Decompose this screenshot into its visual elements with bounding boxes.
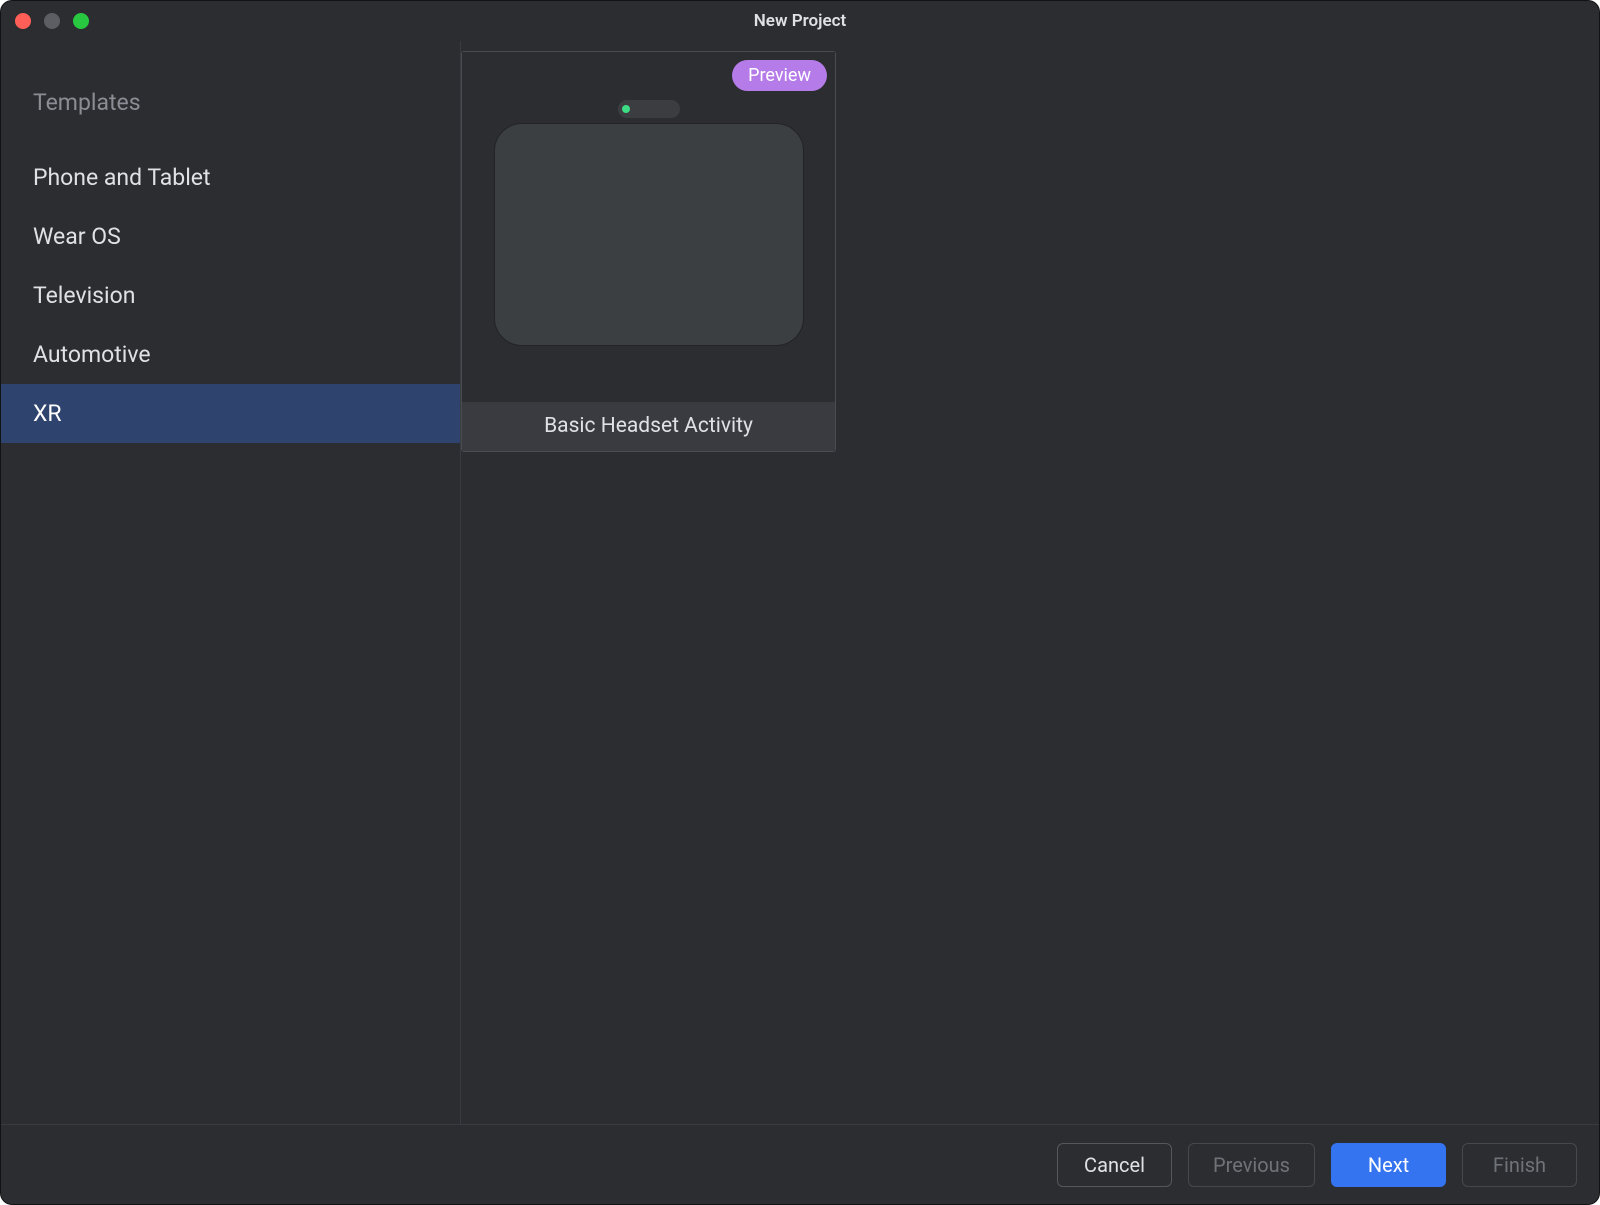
sidebar: Templates Phone and Tablet Wear OS Telev… bbox=[1, 41, 461, 1124]
new-project-window: New Project Templates Phone and Tablet W… bbox=[0, 0, 1600, 1205]
minimize-icon[interactable] bbox=[44, 13, 60, 29]
template-gallery: Preview Basic Headset Activity bbox=[461, 41, 1599, 1124]
footer: Cancel Previous Next Finish bbox=[1, 1124, 1599, 1204]
window-title: New Project bbox=[754, 11, 846, 31]
finish-button[interactable]: Finish bbox=[1462, 1143, 1577, 1187]
sidebar-item-phone-and-tablet[interactable]: Phone and Tablet bbox=[1, 148, 460, 207]
maximize-icon[interactable] bbox=[73, 13, 89, 29]
sidebar-item-television[interactable]: Television bbox=[1, 266, 460, 325]
titlebar: New Project bbox=[1, 1, 1599, 41]
template-label: Basic Headset Activity bbox=[462, 402, 835, 451]
next-button[interactable]: Next bbox=[1331, 1143, 1446, 1187]
preview-badge: Preview bbox=[732, 60, 827, 91]
sidebar-header: Templates bbox=[1, 81, 460, 148]
sidebar-item-automotive[interactable]: Automotive bbox=[1, 325, 460, 384]
template-card-basic-headset-activity[interactable]: Preview Basic Headset Activity bbox=[461, 51, 836, 452]
device-notch-icon bbox=[618, 100, 680, 118]
sidebar-item-xr[interactable]: XR bbox=[1, 384, 460, 443]
cancel-button[interactable]: Cancel bbox=[1057, 1143, 1172, 1187]
headset-device-icon bbox=[494, 100, 804, 346]
previous-button[interactable]: Previous bbox=[1188, 1143, 1315, 1187]
body: Templates Phone and Tablet Wear OS Telev… bbox=[1, 41, 1599, 1124]
traffic-lights bbox=[15, 13, 89, 29]
close-icon[interactable] bbox=[15, 13, 31, 29]
device-screen-icon bbox=[494, 123, 804, 346]
status-dot-icon bbox=[622, 105, 630, 113]
sidebar-item-wear-os[interactable]: Wear OS bbox=[1, 207, 460, 266]
template-preview: Preview bbox=[462, 52, 835, 402]
